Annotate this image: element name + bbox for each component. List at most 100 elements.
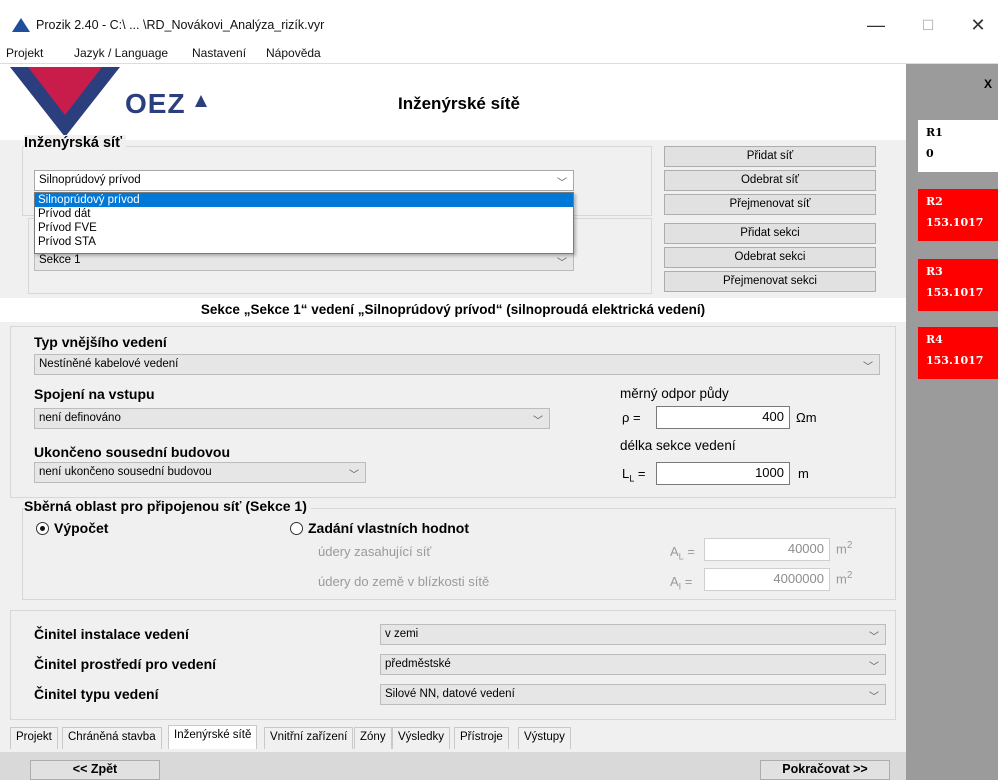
input-connection-select[interactable]: není definováno ﹀ (34, 408, 550, 429)
risk-card-r4: R4 153.1017 (918, 327, 998, 379)
terminated-label: Ukončeno sousední budovou (34, 444, 231, 460)
network-select-value: Silnoprúdový prívod (39, 174, 141, 186)
chevron-down-icon: ﹀ (863, 362, 873, 373)
installation-factor-select[interactable]: v zemi ﹀ (380, 624, 886, 645)
remove-section-button[interactable]: Odebrat sekci (664, 247, 876, 268)
tab-vnitrni-zarizeni[interactable]: Vnitřní zařízení (264, 727, 354, 749)
length-symbol: LL = (622, 466, 646, 484)
line-type-value: Nestíněné kabelové vedení (39, 358, 179, 370)
network-option[interactable]: Silnoprúdový prívod (35, 193, 573, 207)
strikes-near-input[interactable]: 4000000 (704, 568, 830, 591)
next-button[interactable]: Pokračovat >> (760, 760, 890, 780)
maximize-button[interactable]: ☐ (908, 10, 948, 40)
chevron-down-icon: ﹀ (869, 692, 879, 703)
menu-nastaveni[interactable]: Nastavení (192, 46, 246, 60)
terminated-select[interactable]: není ukončeno sousední budovou ﹀ (34, 462, 366, 483)
line-type-label: Typ vnějšího vedení (34, 334, 167, 350)
window-title: Prozik 2.40 - C:\ ... \RD_Novákovi_Analý… (36, 18, 325, 32)
risk-name: R4 (926, 333, 943, 346)
app-icon (12, 18, 30, 32)
network-dropdown-list: Silnoprúdový prívod Prívod dát Prívod FV… (34, 192, 574, 254)
calc-radio-label: Výpočet (54, 520, 109, 536)
menu-projekt[interactable]: Projekt (6, 46, 43, 60)
risk-panel-close-button[interactable]: X (984, 77, 992, 91)
chevron-down-icon: ﹀ (349, 470, 359, 481)
network-select[interactable]: Silnoprúdový prívod ﹀ (34, 170, 574, 191)
strikes-near-unit: m2 (836, 570, 853, 587)
logo-triangle-icon (195, 95, 207, 107)
rename-network-button[interactable]: Přejmenovat síť (664, 194, 876, 215)
risk-value: 153.1017 (926, 216, 984, 229)
menu-napoveda[interactable]: Nápověda (266, 46, 321, 60)
strikes-near-symbol: AI = (670, 574, 693, 592)
remove-network-button[interactable]: Odebrat síť (664, 170, 876, 191)
tab-chranena-stavba[interactable]: Chráněná stavba (62, 727, 162, 749)
section-select-value: Sekce 1 (39, 254, 81, 266)
tab-vystupy[interactable]: Výstupy (518, 727, 571, 749)
soil-label: měrný odpor půdy (620, 386, 729, 401)
network-option[interactable]: Prívod STA (35, 235, 573, 249)
menu-language[interactable]: Jazyk / Language (74, 46, 168, 60)
close-button[interactable]: ✕ (958, 10, 998, 40)
strikes-line-input[interactable]: 40000 (704, 538, 830, 561)
menu-bar: Projekt Jazyk / Language Nastavení Nápov… (0, 44, 998, 64)
line-type-factor-value: Silové NN, datové vedení (385, 688, 515, 700)
minimize-button[interactable]: — (856, 10, 896, 40)
back-button[interactable]: << Zpět (30, 760, 160, 780)
network-option[interactable]: Prívod dát (35, 207, 573, 221)
soil-unit: Ωm (796, 410, 817, 425)
tab-pristroje[interactable]: Přístroje (454, 727, 509, 749)
oez-logo-accent-icon (28, 67, 102, 115)
tab-vysledky[interactable]: Výsledky (392, 727, 451, 749)
installation-factor-value: v zemi (385, 628, 419, 640)
calc-radio[interactable] (36, 522, 49, 535)
page-title: Inženýrské sítě (398, 94, 520, 113)
risk-card-r3: R3 153.1017 (918, 259, 998, 311)
line-type-factor-label: Činitel typu vedení (34, 686, 159, 702)
input-connection-value: není definováno (39, 412, 121, 424)
risk-name: R2 (926, 195, 943, 208)
custom-radio-label: Zadání vlastních hodnot (308, 520, 470, 536)
soil-symbol: ρ = (622, 410, 641, 425)
chevron-down-icon: ﹀ (869, 632, 879, 643)
section-title: Sekce „Sekce 1“ vedení „Silnoprúdový prí… (200, 302, 706, 317)
length-unit: m (798, 466, 809, 481)
network-option[interactable]: Prívod FVE (35, 221, 573, 235)
add-section-button[interactable]: Přidat sekci (664, 223, 876, 244)
risk-value: 153.1017 (926, 354, 984, 367)
terminated-value: není ukončeno sousední budovou (39, 466, 212, 478)
strikes-line-symbol: AL = (670, 544, 695, 562)
line-type-select[interactable]: Nestíněné kabelové vedení ﹀ (34, 354, 880, 375)
collection-area-title: Sběrná oblast pro připojenou síť (Sekce … (24, 498, 311, 514)
length-input[interactable]: 1000 (656, 462, 790, 485)
chevron-down-icon: ﹀ (533, 416, 543, 427)
tab-zony[interactable]: Zóny (354, 727, 392, 749)
installation-factor-label: Činitel instalace vedení (34, 626, 189, 642)
risk-card-r2: R2 153.1017 (918, 189, 998, 241)
strikes-near-label: údery do země v blízkosti sítě (318, 574, 490, 589)
risk-name: R1 (926, 126, 943, 139)
risk-value: 0 (926, 147, 934, 160)
environment-factor-select[interactable]: předměstské ﹀ (380, 654, 886, 675)
add-network-button[interactable]: Přidat síť (664, 146, 876, 167)
chevron-down-icon: ﹀ (869, 662, 879, 673)
length-label: délka sekce vedení (620, 438, 736, 453)
strikes-line-label: údery zasahující síť (318, 544, 432, 559)
chevron-down-icon: ﹀ (557, 178, 567, 189)
risk-value: 153.1017 (926, 286, 984, 299)
environment-factor-label: Činitel prostředí pro vedení (34, 656, 217, 672)
chevron-down-icon: ﹀ (557, 258, 567, 269)
title-bar: Prozik 2.40 - C:\ ... \RD_Novákovi_Analý… (0, 0, 998, 44)
risk-name: R3 (926, 265, 943, 278)
risk-card-r1: R1 0 (918, 120, 998, 172)
input-connection-label: Spojení na vstupu (34, 386, 155, 402)
soil-resistivity-input[interactable]: 400 (656, 406, 790, 429)
network-group-label: Inženýrská síť (24, 135, 127, 151)
logo-text: OEZ (125, 88, 186, 119)
rename-section-button[interactable]: Přejmenovat sekci (664, 271, 876, 292)
tab-projekt[interactable]: Projekt (10, 727, 58, 749)
strikes-line-unit: m2 (836, 540, 853, 557)
line-type-factor-select[interactable]: Silové NN, datové vedení ﹀ (380, 684, 886, 705)
custom-radio[interactable] (290, 522, 303, 535)
tab-inzenyrske-site[interactable]: Inženýrské sítě (168, 725, 258, 749)
